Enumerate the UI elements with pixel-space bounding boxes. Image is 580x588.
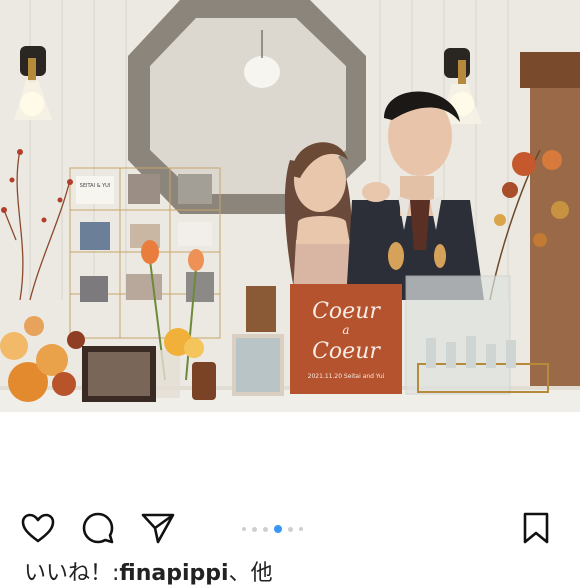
- carousel-dot-active: [274, 525, 282, 533]
- likes-prefix: いいね！:: [24, 561, 120, 586]
- likes-suffix: 、他: [228, 561, 273, 586]
- post-photo[interactable]: Coeur a Coeur 2021.11.20 Seitai and Yui …: [0, 0, 580, 412]
- sign-line-2: a: [342, 323, 349, 337]
- likes-user-link[interactable]: finapippi: [119, 561, 228, 586]
- sign-line-3: Coeur: [312, 339, 381, 364]
- sign-line-1: Coeur: [312, 299, 381, 324]
- bookmark-icon: [523, 512, 549, 544]
- comment-button[interactable]: [80, 510, 116, 546]
- sign-date-line: 2021.11.20 Seitai and Yui: [308, 373, 385, 380]
- carousel-indicator: [242, 524, 303, 534]
- carousel-dot: [242, 527, 246, 531]
- share-button[interactable]: [140, 510, 176, 546]
- send-icon: [141, 513, 175, 544]
- carousel-dot: [299, 527, 303, 531]
- carousel-dot: [252, 526, 257, 532]
- likes-summary: いいね！:finapippi、他: [24, 560, 564, 588]
- post-actions-bar: [0, 496, 580, 556]
- save-button[interactable]: [518, 510, 554, 546]
- post-image: Coeur a Coeur 2021.11.20 Seitai and Yui …: [0, 0, 580, 412]
- comment-icon: [82, 512, 114, 544]
- carousel-dot: [263, 526, 268, 532]
- like-button[interactable]: [20, 510, 56, 546]
- collage-label: SEITAI & YUI: [80, 183, 111, 189]
- carousel-dot: [288, 526, 293, 532]
- heart-icon: [21, 513, 55, 543]
